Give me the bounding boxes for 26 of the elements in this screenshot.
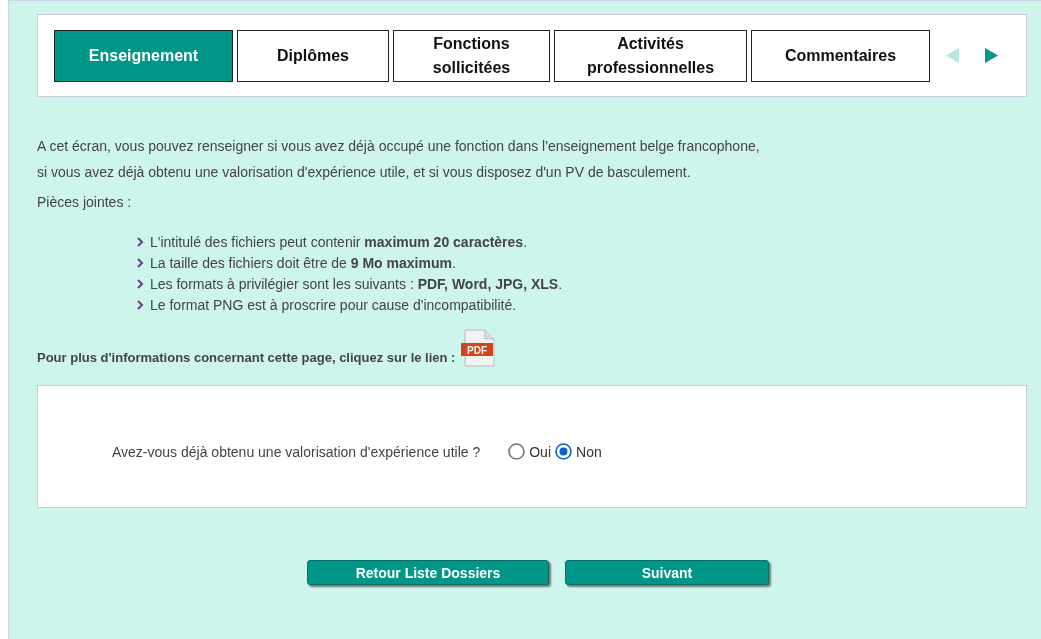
tab[interactable]: Activités professionnelles [554,29,747,82]
radio-button[interactable] [508,443,526,460]
tab[interactable]: Commentaires [751,29,930,82]
chevron-icon [137,279,144,289]
chevron-icon [137,237,144,247]
intro-text: A cet écran, vous pouvez renseigner si vous avez déjà occupé une fonction dans l'enseignement belge francophone, [37,137,761,156]
next-arrow-icon[interactable] [985,48,998,63]
question-label: Avez-vous déjà obtenu une valorisation d'expérience utile ? [112,443,481,460]
pdf-file-icon[interactable]: PDF [461,329,498,367]
tab[interactable]: Enseignement [54,29,233,82]
radio-button[interactable] [555,443,572,460]
back-button[interactable]: Retour Liste Dossiers [307,560,549,585]
rule-text: Le format PNG est à proscrire pour cause d'incompatibilité. [150,297,517,313]
chevron-icon [137,258,144,268]
info-text: Pour plus d'informations concernant cette page, cliquez sur le lien : [37,350,456,367]
radio-label[interactable]: Non [576,443,602,460]
tab[interactable]: Diplômes [237,29,389,82]
rule-text: Les formats à privilégier sont les suivants : PDF, Word, JPG, XLS. [150,276,563,292]
intro-text: si vous avez déjà obtenu une valorisation d'expérience utile, et si vous disposez d'un PV de basculement. [37,163,692,182]
attachments-title: Pièces jointes : [37,194,133,210]
rule-text: L'intitulé des fichiers peut contenir maximum 20 caractères. [150,234,528,250]
chevron-icon [137,300,144,310]
radio-label[interactable]: Oui [529,443,551,460]
tab[interactable]: Fonctions sollicitées [393,29,550,82]
rule-text: La taille des fichiers doit être de 9 Mo maximum. [150,255,456,271]
next-button[interactable]: Suivant [565,560,769,585]
